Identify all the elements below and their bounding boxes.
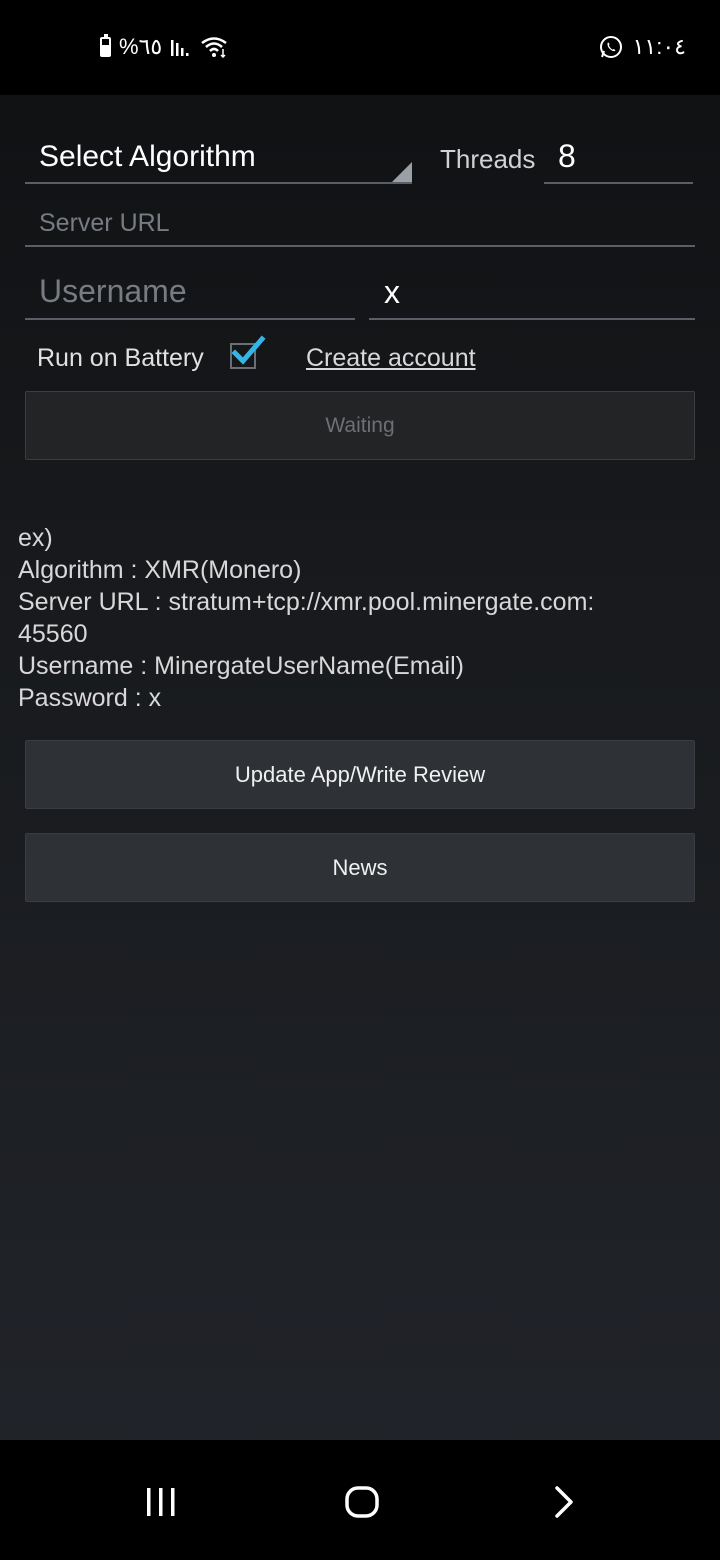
threads-label: Threads xyxy=(440,144,536,174)
algorithm-select-underline xyxy=(25,182,412,184)
back-button[interactable] xyxy=(534,1472,594,1532)
start-mining-button-label: Waiting xyxy=(325,413,395,437)
update-app-button-label: Update App/Write Review xyxy=(234,761,486,787)
update-app-button[interactable]: Update App/Write Review xyxy=(25,740,695,809)
recents-button[interactable] xyxy=(131,1472,191,1532)
username-input[interactable]: Username xyxy=(39,273,187,310)
clock: ١١:٠٤ xyxy=(632,34,686,59)
example-line: ex) xyxy=(18,524,53,552)
start-mining-button[interactable]: Waiting xyxy=(25,391,695,460)
run-on-battery-checkbox[interactable] xyxy=(230,335,266,369)
example-line: Algorithm : XMR(Monero) xyxy=(18,556,302,584)
whatsapp-icon xyxy=(599,36,622,58)
signal-icon xyxy=(171,40,189,56)
threads-input[interactable]: 8 xyxy=(558,138,576,175)
example-line: Server URL : stratum+tcp://xmr.pool.mine… xyxy=(18,588,595,616)
news-button-label: News xyxy=(332,854,388,880)
password-input[interactable]: x xyxy=(384,274,400,311)
status-bar-left: %٦٥ xyxy=(100,34,228,60)
navigation-bar xyxy=(0,1440,720,1560)
run-on-battery-label: Run on Battery xyxy=(37,344,204,372)
example-line: Password : x xyxy=(18,684,162,712)
example-line: 45560 xyxy=(18,620,88,648)
home-button[interactable] xyxy=(332,1472,392,1532)
create-account-link[interactable]: Create account xyxy=(306,344,476,373)
server-url-input[interactable]: Server URL xyxy=(39,209,170,238)
dropdown-arrow-icon xyxy=(392,162,412,182)
status-bar: %٦٥ ١١:٠٤ xyxy=(0,0,720,95)
back-icon xyxy=(555,1486,573,1518)
username-underline xyxy=(25,318,355,320)
battery-icon xyxy=(100,34,111,57)
algorithm-select[interactable]: Select Algorithm xyxy=(39,140,256,174)
wifi-icon xyxy=(201,37,227,58)
news-button[interactable]: News xyxy=(25,833,695,902)
recents-icon xyxy=(147,1488,175,1516)
server-url-underline xyxy=(25,245,695,247)
battery-level xyxy=(102,44,109,55)
battery-percentage: %٦٥ xyxy=(119,34,163,59)
example-instructions: ex) Algorithm : XMR(Monero) Server URL :… xyxy=(18,522,708,714)
checkmark-icon xyxy=(231,335,266,365)
example-line: Username : MinergateUserName(Email) xyxy=(18,652,464,680)
home-icon xyxy=(345,1486,379,1518)
threads-input-underline xyxy=(544,182,693,184)
password-underline xyxy=(369,318,695,320)
status-bar-right: ١١:٠٤ xyxy=(599,34,686,60)
